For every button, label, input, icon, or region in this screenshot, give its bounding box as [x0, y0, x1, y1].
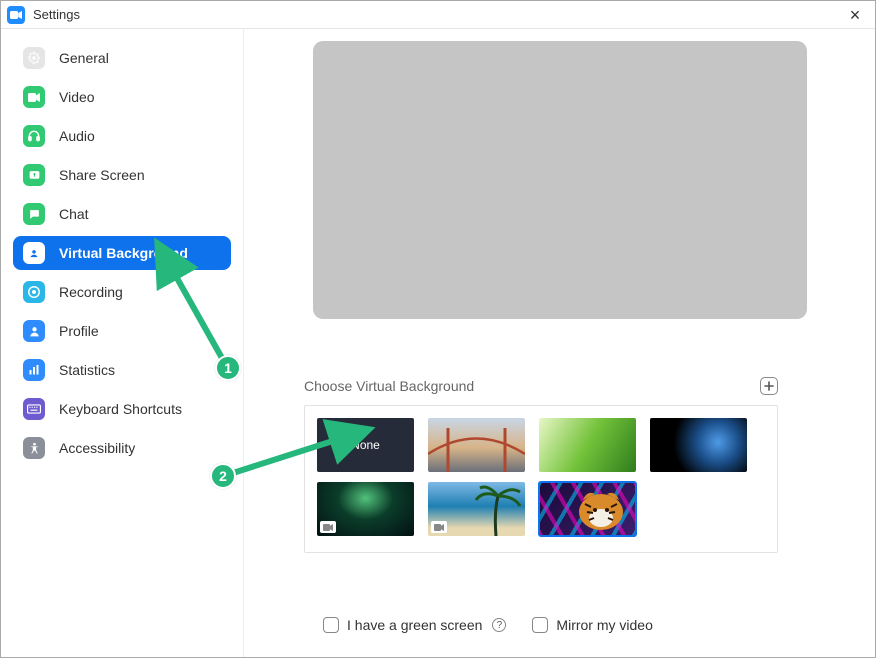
mirror-video-checkbox[interactable]: Mirror my video — [532, 617, 652, 633]
tiger-shape — [539, 482, 636, 536]
sidebar-item-label: Chat — [59, 206, 89, 222]
headphones-icon — [23, 125, 45, 147]
background-thumbnails: None — [304, 405, 778, 553]
sidebar-item-label: Statistics — [59, 362, 115, 378]
sidebar-item-video[interactable]: Video — [13, 80, 231, 114]
person-card-icon — [23, 242, 45, 264]
chat-icon — [23, 203, 45, 225]
window-title: Settings — [33, 7, 80, 22]
check-label: Mirror my video — [556, 617, 652, 633]
bg-thumb-grass[interactable] — [539, 418, 636, 472]
user-icon — [23, 320, 45, 342]
keyboard-icon — [23, 398, 45, 420]
title-bar: Settings × — [1, 1, 875, 29]
annotation-arrow-2 — [231, 429, 347, 483]
sidebar-item-label: Recording — [59, 284, 123, 300]
green-screen-checkbox[interactable]: I have a green screen ? — [323, 617, 506, 633]
sidebar-item-label: Video — [59, 89, 95, 105]
sidebar-item-label: General — [59, 50, 109, 66]
sidebar-item-share-screen[interactable]: Share Screen — [13, 158, 231, 192]
bg-thumb-aurora[interactable] — [317, 482, 414, 536]
sidebar-item-label: Share Screen — [59, 167, 145, 183]
choose-bg-label: Choose Virtual Background — [304, 378, 474, 394]
video-preview — [313, 41, 807, 319]
share-screen-icon — [23, 164, 45, 186]
sidebar-item-accessibility[interactable]: Accessibility — [13, 431, 231, 465]
bg-thumb-tiger[interactable] — [539, 482, 636, 536]
checkbox-icon — [532, 617, 548, 633]
app-icon — [7, 6, 25, 24]
accessibility-icon — [23, 437, 45, 459]
bg-thumb-earth[interactable] — [650, 418, 747, 472]
record-icon — [23, 281, 45, 303]
video-badge-icon — [431, 521, 447, 533]
sidebar-item-label: Accessibility — [59, 440, 135, 456]
sidebar-item-chat[interactable]: Chat — [13, 197, 231, 231]
bg-thumb-beach[interactable] — [428, 482, 525, 536]
main-panel: Choose Virtual Background None — [244, 29, 875, 657]
sidebar-item-label: Virtual Background — [59, 245, 188, 261]
annotation-badge-1: 1 — [215, 355, 241, 381]
plus-icon — [764, 381, 774, 391]
video-icon — [23, 86, 45, 108]
gear-icon — [23, 47, 45, 69]
bar-chart-icon — [23, 359, 45, 381]
close-icon[interactable]: × — [841, 5, 869, 25]
help-icon[interactable]: ? — [492, 618, 506, 632]
add-background-button[interactable] — [760, 377, 778, 395]
check-label: I have a green screen — [347, 617, 482, 633]
sidebar-item-label: Keyboard Shortcuts — [59, 401, 182, 417]
thumb-label: None — [351, 438, 380, 452]
sidebar-item-keyboard-shortcuts[interactable]: Keyboard Shortcuts — [13, 392, 231, 426]
sidebar-item-label: Profile — [59, 323, 99, 339]
checkbox-icon — [323, 617, 339, 633]
bridge-shape — [428, 418, 525, 472]
bg-thumb-bridge[interactable] — [428, 418, 525, 472]
sidebar-item-general[interactable]: General — [13, 41, 231, 75]
annotation-badge-2: 2 — [210, 463, 236, 489]
sidebar-item-label: Audio — [59, 128, 95, 144]
sidebar-item-audio[interactable]: Audio — [13, 119, 231, 153]
video-badge-icon — [320, 521, 336, 533]
